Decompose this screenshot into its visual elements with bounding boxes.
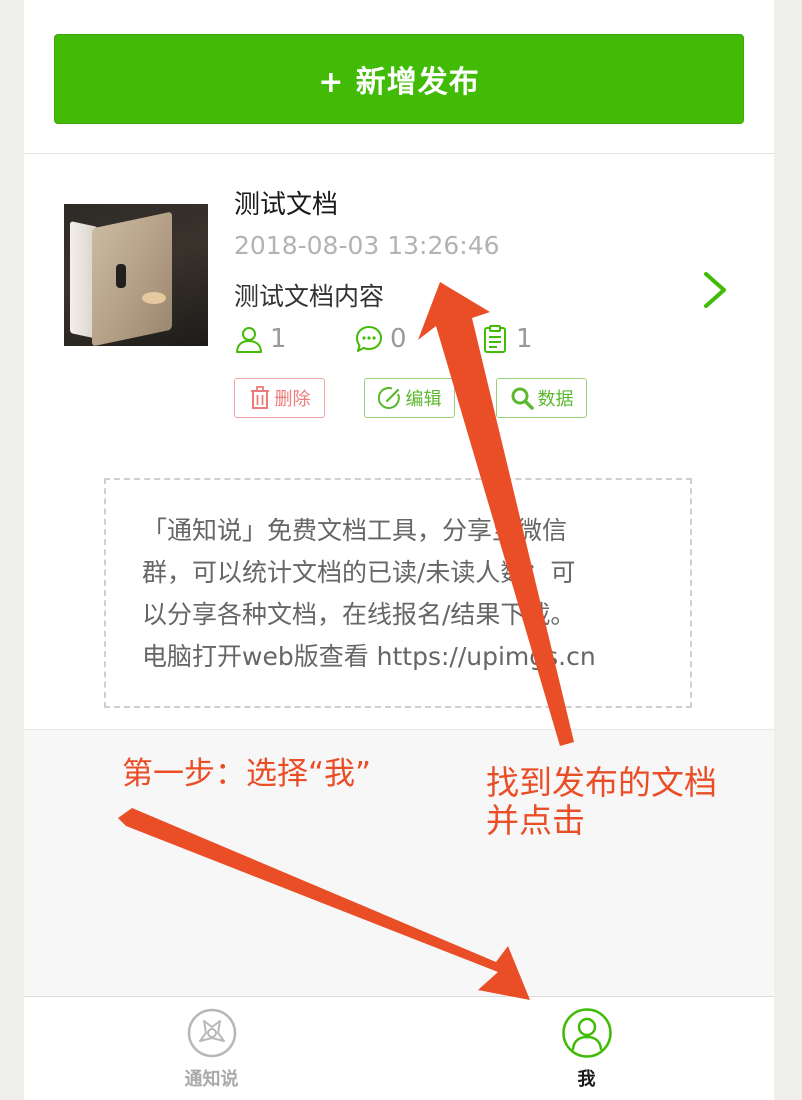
- forms-count: 1: [516, 324, 533, 354]
- tab-tongzhishuo[interactable]: 通知说: [24, 997, 399, 1100]
- edit-label: 编辑: [405, 389, 442, 410]
- promo-line: 「通知说」免费文档工具，分享至微信: [142, 516, 568, 545]
- delete-label: 删除: [274, 389, 311, 410]
- data-button[interactable]: 数据: [496, 378, 587, 418]
- clipboard-icon: [484, 325, 506, 353]
- add-publish-button[interactable]: + 新增发布: [54, 34, 744, 124]
- comments-stat: 0: [354, 324, 407, 354]
- profile-icon: [562, 1008, 612, 1058]
- app-logo-icon: [187, 1008, 237, 1058]
- tab-me[interactable]: 我: [399, 997, 774, 1100]
- tab-tongzhishuo-label: 通知说: [184, 1069, 239, 1090]
- annotation-step2-line2: 并点击: [486, 801, 585, 840]
- comment-icon: [356, 326, 382, 352]
- promo-line: 以分享各种文档，在线报名/结果下载。: [142, 600, 576, 629]
- readers-count: 1: [270, 324, 287, 354]
- promo-line: 电脑打开web版查看 https://upimgs.cn: [142, 642, 596, 671]
- edit-icon: [377, 387, 400, 409]
- phone-screen: + 新增发布 测试文档 2018-08-03 13:26:46 测试文档内容 1: [24, 0, 774, 1100]
- comments-count: 0: [390, 324, 407, 354]
- promo-notice: 「通知说」免费文档工具，分享至微信 群，可以统计文档的已读/未读人数；可 以分享…: [104, 478, 692, 708]
- person-icon: [236, 327, 262, 353]
- annotation-step2-line1: 找到发布的文档: [486, 763, 717, 802]
- top-area: + 新增发布: [24, 0, 774, 154]
- promo-line: 群，可以统计文档的已读/未读人数；可: [142, 558, 576, 587]
- delete-button[interactable]: 删除: [234, 378, 325, 418]
- annotation-step2: 找到发布的文档 并点击: [486, 764, 717, 840]
- readers-stat: 1: [234, 324, 287, 354]
- trash-icon: [250, 386, 269, 409]
- document-actions: 删除 编辑 数据: [234, 378, 654, 422]
- search-icon: [511, 387, 534, 410]
- document-card[interactable]: 测试文档 2018-08-03 13:26:46 测试文档内容 1 0 1 删除…: [24, 154, 774, 730]
- document-stats: 1 0 1: [234, 324, 634, 360]
- document-title: 测试文档: [234, 190, 339, 220]
- document-time: 2018-08-03 13:26:46: [234, 231, 500, 260]
- bottom-tab-bar: 通知说 我: [24, 996, 774, 1100]
- chevron-right-icon[interactable]: [700, 270, 736, 310]
- document-content: 测试文档内容: [234, 282, 385, 311]
- forms-stat: 1: [480, 324, 533, 354]
- edit-button[interactable]: 编辑: [364, 378, 455, 418]
- document-thumbnail: [64, 204, 208, 346]
- tab-me-label: 我: [577, 1069, 596, 1090]
- annotation-step1: 第一步：选择“我”: [122, 756, 372, 792]
- data-label: 数据: [537, 389, 574, 410]
